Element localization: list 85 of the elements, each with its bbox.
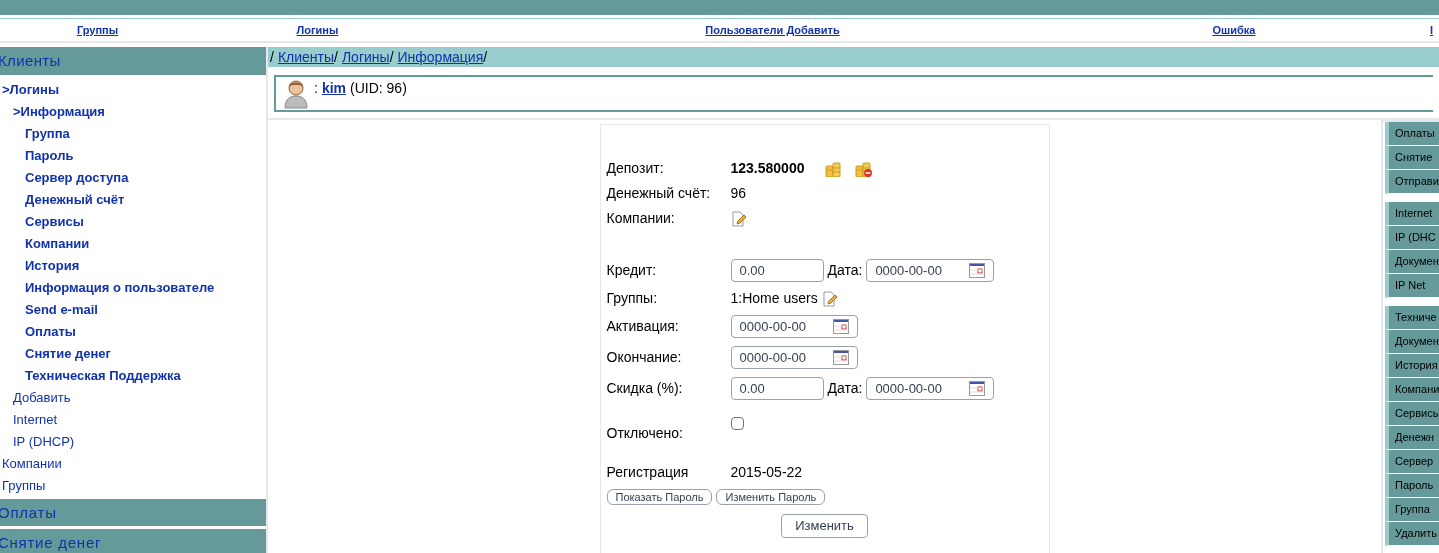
side-menu-item[interactable]: Техниче [1385, 306, 1439, 330]
calendar-icon[interactable] [832, 350, 849, 365]
side-menu-item[interactable]: Денежн [1385, 426, 1439, 450]
amount-field[interactable]: 0.00 [730, 377, 824, 400]
amount-field[interactable]: 0.00 [730, 259, 824, 282]
field-label: Денежный счёт: [606, 184, 712, 203]
sidebar-item[interactable]: Снятие денег [0, 343, 266, 365]
field-label: Депозит: [606, 159, 665, 178]
calendar-icon[interactable] [832, 319, 849, 334]
password-button[interactable]: Показать Пароль [606, 489, 713, 505]
field-label: Группы: [606, 289, 659, 308]
sidebar-item[interactable]: Группа [0, 123, 266, 145]
field-value: 1:Home users [730, 289, 818, 308]
sidebar-item[interactable]: >Логины [0, 79, 266, 101]
field-label: Отключено: [606, 424, 684, 443]
field-label: Окончание: [606, 348, 683, 367]
breadcrumb-separator: / [334, 47, 339, 67]
field-label: Скидка (%): [606, 379, 684, 398]
sidebar-item[interactable]: IP (DHCP) [0, 431, 266, 453]
side-menu-item[interactable]: Компани [1385, 378, 1439, 402]
side-menu-item[interactable]: Сервер [1385, 450, 1439, 474]
user-login-link[interactable]: kim [321, 78, 346, 99]
sidebar-item[interactable]: >Информация [0, 101, 266, 123]
sidebar-item[interactable]: Оплаты [0, 321, 266, 343]
sidebar-item[interactable]: Техническая Поддержка [0, 365, 266, 387]
field-label: Активация: [606, 317, 680, 336]
side-menu-item[interactable]: Пароль [1385, 474, 1439, 498]
deposit-value: 123.580000 [730, 159, 806, 178]
side-menu-item[interactable]: IP Net [1385, 274, 1439, 298]
sidebar-item[interactable]: Сервер доступа [0, 167, 266, 189]
date-field[interactable]: 0000-00-00 [866, 259, 995, 282]
field-label: Компании: [606, 209, 676, 228]
side-menu-item[interactable]: Отправи [1385, 170, 1439, 194]
sidebar-item[interactable]: Компании [0, 233, 266, 255]
side-menu-item[interactable]: IP (DHC [1385, 226, 1439, 250]
sidebar-item[interactable]: Сервисы [0, 211, 266, 233]
user-uid: (UID: 96) [350, 79, 407, 98]
date-field[interactable]: 0000-00-00 [730, 315, 858, 338]
user-avatar-icon [284, 79, 308, 109]
sidebar-item[interactable]: Информация о пользователе [0, 277, 266, 299]
side-menu-item[interactable]: Докумен [1385, 330, 1439, 354]
password-button[interactable]: Изменить Пароль [716, 489, 826, 505]
sidebar-item[interactable]: Добавить [0, 387, 266, 409]
breadcrumb-link[interactable]: Клиенты [277, 46, 335, 68]
side-menu-item[interactable]: История [1385, 354, 1439, 378]
sidebar-item[interactable]: Пароль [0, 145, 266, 167]
breadcrumb-separator: / [389, 47, 395, 67]
calendar-icon[interactable] [969, 381, 986, 396]
edit-icon[interactable] [730, 210, 747, 227]
coins-remove-icon[interactable] [854, 160, 873, 177]
side-menu-item[interactable]: Снятие [1385, 146, 1439, 170]
date-field[interactable]: 0000-00-00 [730, 346, 858, 369]
side-menu-item[interactable]: Internet [1385, 202, 1439, 226]
side-menu-item[interactable]: Докумен [1385, 250, 1439, 274]
calendar-icon[interactable] [969, 263, 986, 278]
field-value: 96 [730, 184, 747, 203]
field-label: Кредит: [606, 261, 658, 280]
sidebar-item[interactable]: Компании [0, 453, 266, 475]
sidebar-item[interactable]: История [0, 255, 266, 277]
field-label: Дата: [827, 379, 863, 398]
breadcrumb-link[interactable]: Логины [341, 46, 390, 68]
breadcrumb-separator: / [483, 47, 488, 67]
field-label: Дата: [827, 261, 863, 280]
sidebar-item[interactable]: Денежный счёт [0, 189, 266, 211]
submit-button[interactable]: Изменить [781, 514, 868, 538]
side-menu-item[interactable]: Оплаты [1385, 122, 1439, 146]
sidebar-item[interactable]: Группы [0, 475, 266, 497]
side-menu-item[interactable]: Сервисы [1385, 402, 1439, 426]
edit-icon[interactable] [821, 290, 838, 307]
field-label: Регистрация [606, 463, 690, 482]
date-field[interactable]: 0000-00-00 [866, 377, 995, 400]
breadcrumb-link[interactable]: Информация [397, 46, 484, 68]
nav-link[interactable]: Ошибка [1212, 23, 1256, 36]
checkbox[interactable] [730, 417, 744, 430]
nav-link[interactable]: Группы [76, 23, 119, 36]
sidebar-item[interactable]: Send e-mail [0, 299, 266, 321]
nav-link[interactable]: I [1430, 23, 1434, 36]
user-prefix: : [314, 79, 318, 98]
sidebar-item[interactable]: Internet [0, 409, 266, 431]
nav-link[interactable]: Логины [296, 23, 339, 36]
breadcrumb-separator: / [270, 47, 275, 67]
field-value: 2015-05-22 [730, 463, 803, 482]
nav-link[interactable]: Пользователи Добавить [705, 23, 840, 36]
side-menu-item[interactable]: Удалить [1385, 522, 1439, 546]
side-menu-item[interactable]: Группа [1385, 498, 1439, 522]
